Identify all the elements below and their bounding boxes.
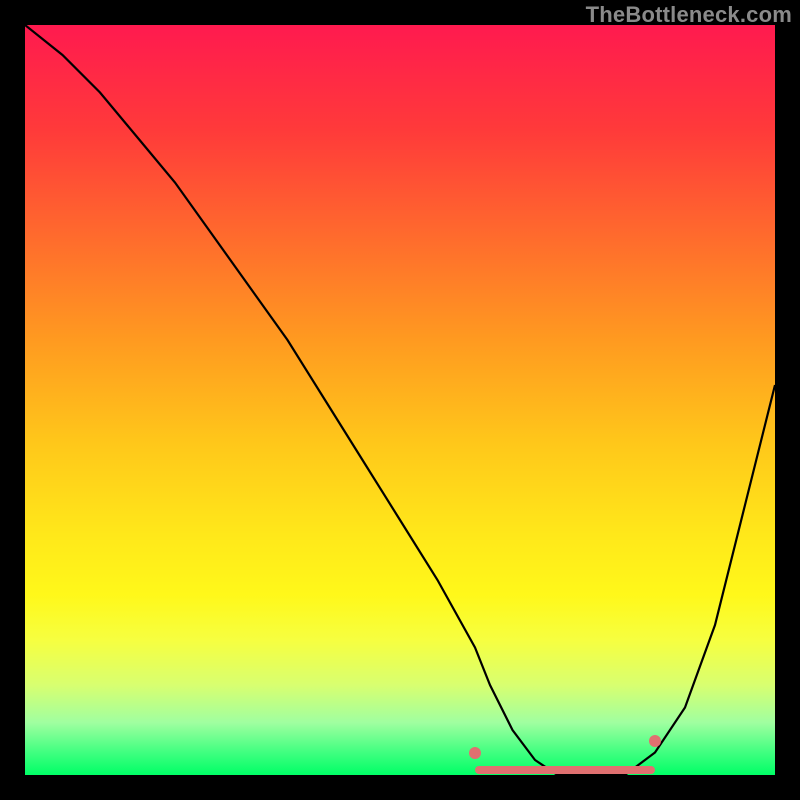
chart-frame: TheBottleneck.com bbox=[0, 0, 800, 800]
watermark-text: TheBottleneck.com bbox=[586, 2, 792, 28]
plot-area bbox=[25, 25, 775, 775]
bottleneck-curve bbox=[25, 25, 775, 775]
optimal-range-marker bbox=[25, 25, 775, 775]
